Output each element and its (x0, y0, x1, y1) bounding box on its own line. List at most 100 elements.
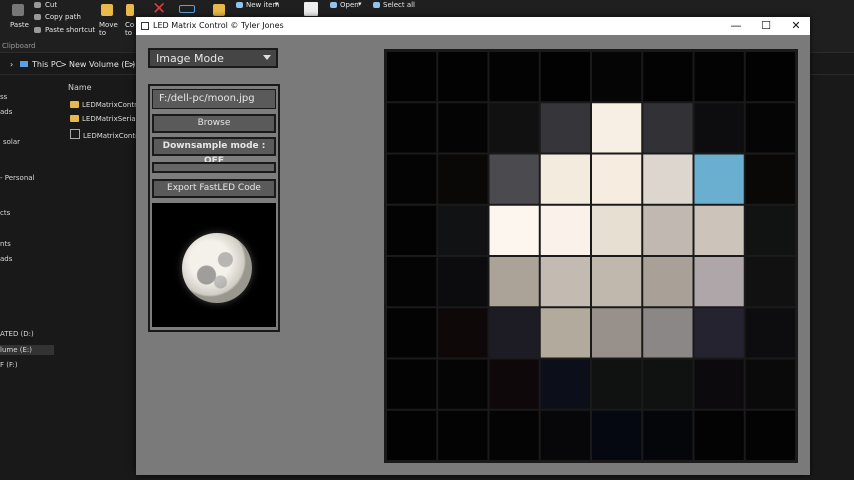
led-cell[interactable] (438, 257, 488, 307)
led-cell[interactable] (540, 103, 590, 153)
ribbon-open[interactable]: Open (340, 1, 359, 9)
led-cell[interactable] (694, 154, 744, 204)
nav-item[interactable]: ads (0, 108, 12, 116)
led-cell[interactable] (694, 52, 744, 102)
led-cell[interactable] (643, 359, 693, 409)
led-cell[interactable] (643, 103, 693, 153)
ribbon-copy-to[interactable]: Co to (125, 21, 135, 37)
open-chevron-icon[interactable]: ▾ (358, 0, 362, 8)
led-cell[interactable] (592, 205, 642, 255)
led-cell[interactable] (694, 205, 744, 255)
downsample-toggle-button[interactable]: Downsample mode : OFF (152, 137, 276, 166)
led-cell[interactable] (745, 154, 795, 204)
led-cell[interactable] (387, 308, 437, 358)
led-cell[interactable] (438, 205, 488, 255)
ribbon-move-to[interactable]: Move to (99, 21, 118, 37)
address-crumb-this-pc[interactable]: This PC (32, 60, 61, 69)
led-cell[interactable] (387, 103, 437, 153)
led-cell[interactable] (489, 410, 539, 460)
list-item[interactable]: LEDMatrixSerial (70, 115, 138, 123)
led-cell[interactable] (489, 52, 539, 102)
led-cell[interactable] (540, 205, 590, 255)
nav-item[interactable]: ads (0, 255, 12, 263)
minimize-button[interactable]: — (722, 18, 750, 34)
led-cell[interactable] (387, 205, 437, 255)
led-cell[interactable] (387, 154, 437, 204)
ribbon-select-all[interactable]: Select all (383, 1, 415, 9)
close-button[interactable]: ✕ (782, 18, 810, 34)
export-fastled-button[interactable]: Export FastLED Code (152, 179, 276, 198)
led-cell[interactable] (540, 308, 590, 358)
led-cell[interactable] (592, 154, 642, 204)
led-cell[interactable] (745, 410, 795, 460)
rename-icon[interactable] (179, 5, 195, 13)
led-cell[interactable] (694, 308, 744, 358)
led-cell[interactable] (438, 154, 488, 204)
led-cell[interactable] (540, 410, 590, 460)
column-header-name[interactable]: Name (68, 83, 92, 92)
led-cell[interactable] (745, 359, 795, 409)
led-cell[interactable] (592, 308, 642, 358)
led-cell[interactable] (643, 154, 693, 204)
led-cell[interactable] (643, 257, 693, 307)
led-cell[interactable] (745, 205, 795, 255)
led-cell[interactable] (540, 52, 590, 102)
led-cell[interactable] (592, 257, 642, 307)
nav-item[interactable]: nts (0, 240, 11, 248)
led-cell[interactable] (745, 52, 795, 102)
led-cell[interactable] (694, 257, 744, 307)
led-cell[interactable] (540, 359, 590, 409)
led-cell[interactable] (387, 52, 437, 102)
led-cell[interactable] (694, 410, 744, 460)
mode-dropdown[interactable]: Image Mode (148, 48, 278, 68)
led-cell[interactable] (438, 103, 488, 153)
led-cell[interactable] (643, 410, 693, 460)
led-cell[interactable] (438, 308, 488, 358)
led-cell[interactable] (694, 103, 744, 153)
led-cell[interactable] (489, 154, 539, 204)
led-cell[interactable] (438, 52, 488, 102)
nav-item[interactable]: ATED (D:) (0, 330, 34, 338)
led-cell[interactable] (745, 308, 795, 358)
nav-item[interactable]: - Personal (0, 174, 35, 182)
led-cell[interactable] (592, 359, 642, 409)
led-cell[interactable] (592, 103, 642, 153)
led-cell[interactable] (592, 52, 642, 102)
led-cell[interactable] (643, 52, 693, 102)
led-cell[interactable] (489, 257, 539, 307)
list-item[interactable]: LEDMatrixContr (70, 129, 138, 140)
ribbon-cut[interactable]: Cut (45, 1, 57, 9)
led-cell[interactable] (438, 359, 488, 409)
led-cell[interactable] (387, 359, 437, 409)
led-cell[interactable] (643, 205, 693, 255)
nav-item[interactable]: ss (0, 93, 7, 101)
led-cell[interactable] (387, 257, 437, 307)
address-crumb-volume[interactable]: New Volume (E:) (69, 60, 135, 69)
ribbon-paste[interactable]: Paste (10, 21, 29, 29)
led-cell[interactable] (745, 103, 795, 153)
led-cell[interactable] (489, 205, 539, 255)
list-item[interactable]: LEDMatrixContr (70, 101, 137, 109)
nav-item[interactable]: F (F:) (0, 361, 18, 369)
browse-button[interactable]: Browse (152, 114, 276, 133)
led-cell[interactable] (438, 410, 488, 460)
led-cell[interactable] (745, 257, 795, 307)
file-path-field[interactable]: F:/dell-pc/moon.jpg (152, 89, 276, 109)
led-cell[interactable] (540, 154, 590, 204)
led-cell[interactable] (643, 308, 693, 358)
led-cell[interactable] (592, 410, 642, 460)
maximize-button[interactable]: ☐ (752, 18, 780, 34)
ribbon-paste-shortcut[interactable]: Paste shortcut (45, 26, 95, 34)
properties-icon[interactable] (304, 2, 318, 16)
nav-item-selected[interactable]: lume (E:) (0, 345, 54, 355)
nav-item[interactable]: solar (3, 138, 20, 146)
led-cell[interactable] (489, 103, 539, 153)
led-cell[interactable] (540, 257, 590, 307)
led-cell[interactable] (694, 359, 744, 409)
nav-item[interactable]: cts (0, 209, 10, 217)
title-bar[interactable]: LED Matrix Control © Tyler Jones — ☐ ✕ (136, 17, 810, 35)
led-cell[interactable] (489, 359, 539, 409)
led-cell[interactable] (387, 410, 437, 460)
ribbon-copy-path[interactable]: Copy path (45, 13, 81, 21)
new-item-chevron-icon[interactable]: ▾ (275, 0, 279, 8)
